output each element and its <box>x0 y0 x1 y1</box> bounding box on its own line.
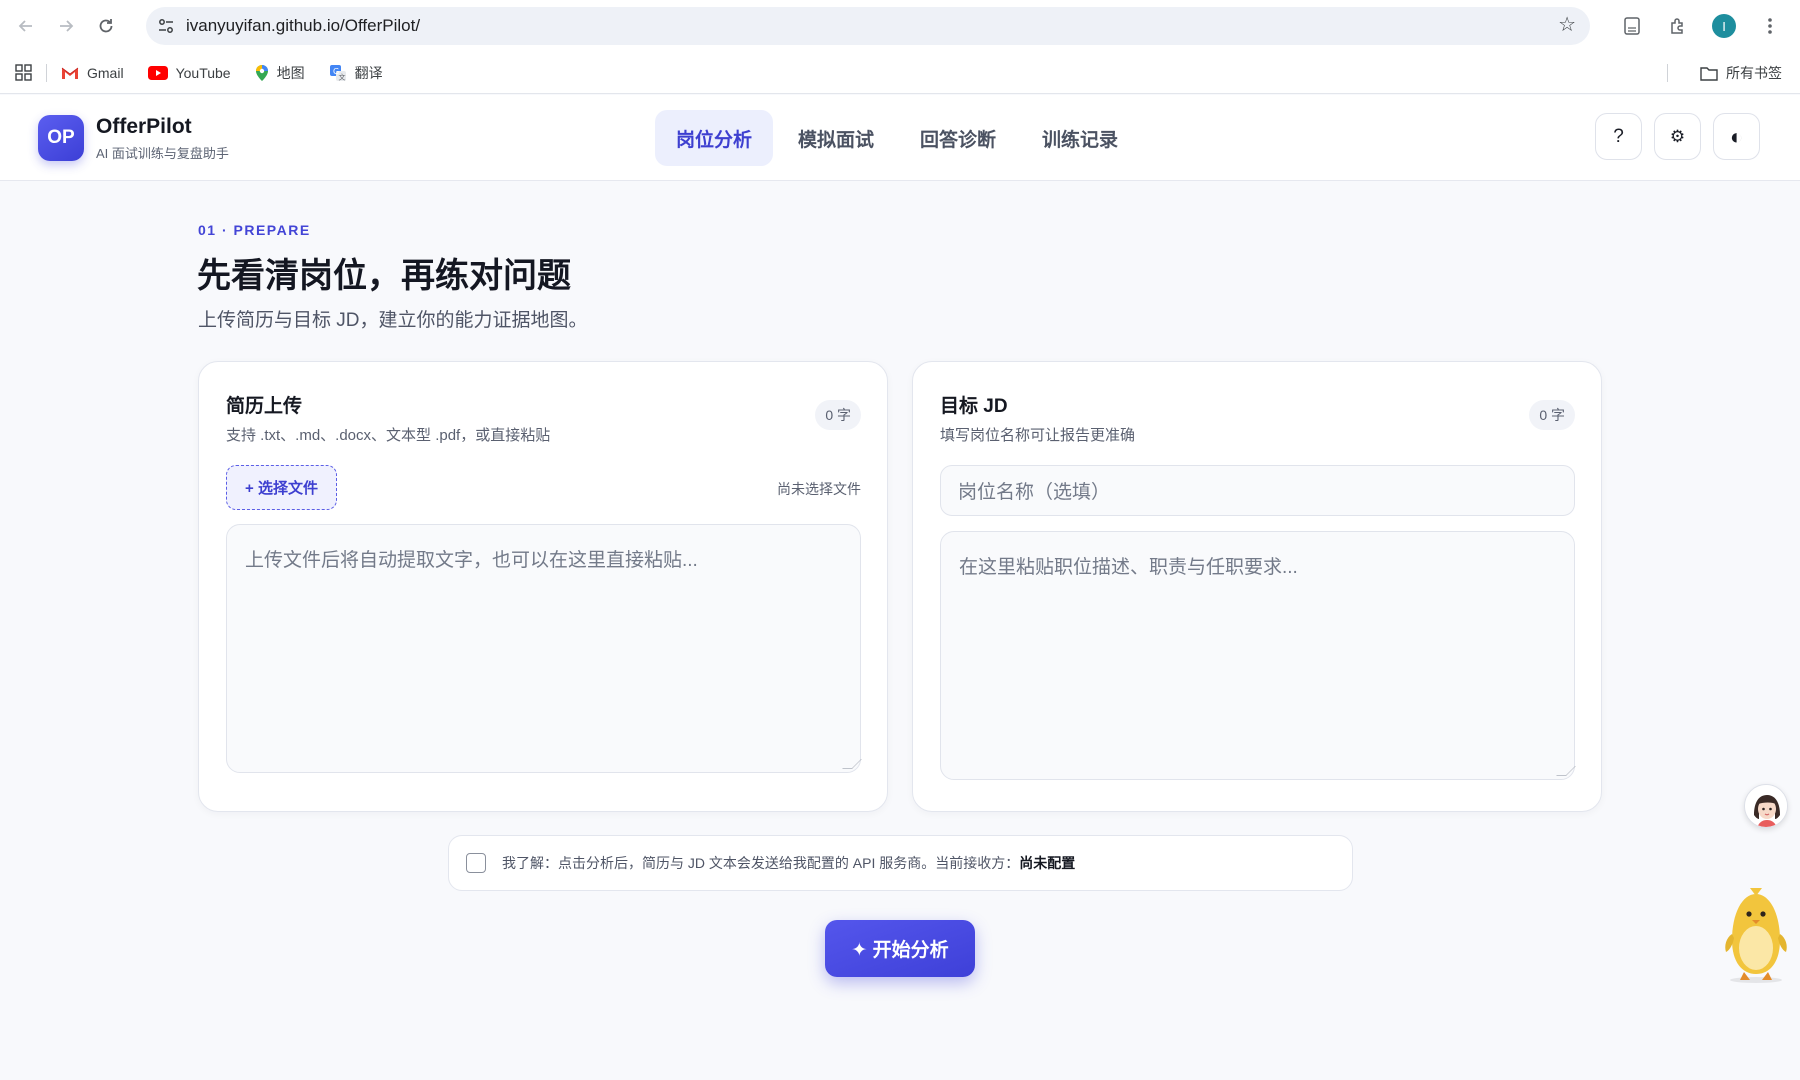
resume-upload-card: 简历上传 支持 .txt、.md、.docx、文本型 .pdf，或直接粘贴 0 … <box>198 361 888 812</box>
resize-handle-icon[interactable] <box>1556 766 1576 776</box>
jd-card-subtitle: 填写岗位名称可让报告更准确 <box>940 427 1136 444</box>
consent-text: 我了解：点击分析后，简历与 JD 文本会发送给我配置的 API 服务商。当前接收… <box>502 855 1020 871</box>
svg-text:文: 文 <box>338 72 345 81</box>
resume-char-count: 0 字 <box>815 400 861 430</box>
resume-card-title: 简历上传 <box>226 396 303 417</box>
maps-icon <box>255 64 268 81</box>
resume-textarea[interactable]: 上传文件后将自动提取文字，也可以在这里直接粘贴... <box>226 524 862 773</box>
site-settings-icon[interactable] <box>146 17 186 35</box>
role-name-input[interactable]: 岗位名称（选填） <box>940 465 1575 516</box>
section-eyebrow: 01 · PREPARE <box>198 222 311 238</box>
settings-button[interactable]: ⚙ <box>1654 113 1701 160</box>
role-name-placeholder: 岗位名称（选填） <box>958 482 1111 503</box>
tab-mock-interview[interactable]: 模拟面试 <box>777 110 895 166</box>
jd-card-title: 目标 JD <box>940 396 1008 417</box>
main-tabs: 岗位分析 模拟面试 回答诊断 训练记录 <box>655 110 1139 166</box>
address-bar[interactable]: ivanyuyifan.github.io/OfferPilot/ ☆ <box>146 7 1590 45</box>
help-button[interactable]: ? <box>1595 113 1642 160</box>
apps-grid-icon[interactable] <box>0 64 46 81</box>
choose-file-button[interactable]: + 选择文件 <box>226 465 337 510</box>
gmail-icon <box>61 67 79 79</box>
youtube-icon <box>147 65 168 80</box>
api-receiver-status: 尚未配置 <box>1019 855 1076 871</box>
all-bookmarks[interactable]: 所有书签 <box>1700 63 1782 83</box>
forward-icon[interactable] <box>46 6 86 46</box>
bookmark-star-icon[interactable]: ☆ <box>1558 15 1576 35</box>
app-tagline: AI 面试训练与复盘助手 <box>96 146 229 161</box>
browser-menu-icon[interactable] <box>1750 6 1790 46</box>
reload-icon[interactable] <box>86 6 126 46</box>
app-name: OfferPilot <box>96 115 192 138</box>
jd-textarea-placeholder: 在这里粘贴职位描述、职责与任职要求... <box>959 557 1298 578</box>
consent-checkbox[interactable] <box>466 853 486 873</box>
jd-char-count: 0 字 <box>1529 400 1575 430</box>
bookmark-maps[interactable]: 地图 <box>255 63 305 83</box>
tab-job-analysis[interactable]: 岗位分析 <box>655 110 774 166</box>
theme-toggle-button[interactable]: ◐ <box>1713 113 1760 160</box>
girl-avatar-icon <box>1745 785 1787 827</box>
translate-icon: G文 <box>329 64 346 81</box>
app-logo[interactable]: OP <box>38 115 84 161</box>
resume-card-subtitle: 支持 .txt、.md、.docx、文本型 .pdf，或直接粘贴 <box>226 427 551 444</box>
resume-textarea-placeholder: 上传文件后将自动提取文字，也可以在这里直接粘贴... <box>245 550 698 571</box>
bookmarks-bar: Gmail YouTube 地图 G文 翻译 所有书签 <box>0 52 1800 94</box>
back-icon[interactable] <box>6 6 46 46</box>
mascot-character[interactable] <box>1716 880 1796 984</box>
consent-box: 我了解：点击分析后，简历与 JD 文本会发送给我配置的 API 服务商。当前接收… <box>448 835 1353 891</box>
page-title: 先看清岗位，再练对问题 <box>197 257 571 295</box>
url-text[interactable]: ivanyuyifan.github.io/OfferPilot/ <box>186 16 420 36</box>
browser-toolbar: ivanyuyifan.github.io/OfferPilot/ ☆ I <box>0 0 1800 52</box>
bookmark-gmail[interactable]: Gmail <box>61 65 124 81</box>
assistant-avatar-button[interactable] <box>1744 784 1788 828</box>
bookmark-youtube[interactable]: YouTube <box>147 65 231 81</box>
folder-icon <box>1700 66 1718 81</box>
yellow-bird-mascot-icon <box>1725 888 1787 983</box>
reading-list-icon[interactable] <box>1612 6 1652 46</box>
extensions-icon[interactable] <box>1658 6 1698 46</box>
tab-training-records[interactable]: 训练记录 <box>1021 110 1139 166</box>
bookmark-translate[interactable]: G文 翻译 <box>329 63 383 83</box>
resize-handle-icon[interactable] <box>842 759 862 769</box>
start-analysis-button[interactable]: ✦ 开始分析 <box>825 920 975 977</box>
page-description: 上传简历与目标 JD，建立你的能力证据地图。 <box>198 310 588 331</box>
jd-textarea[interactable]: 在这里粘贴职位描述、职责与任职要求... <box>940 531 1576 780</box>
file-status: 尚未选择文件 <box>777 481 861 497</box>
tab-answer-diagnosis[interactable]: 回答诊断 <box>899 110 1017 166</box>
app-header: OP OfferPilot AI 面试训练与复盘助手 岗位分析 模拟面试 回答诊… <box>0 95 1800 181</box>
target-jd-card: 目标 JD 填写岗位名称可让报告更准确 0 字 岗位名称（选填） 在这里粘贴职位… <box>912 361 1602 812</box>
profile-avatar[interactable]: I <box>1704 6 1744 46</box>
